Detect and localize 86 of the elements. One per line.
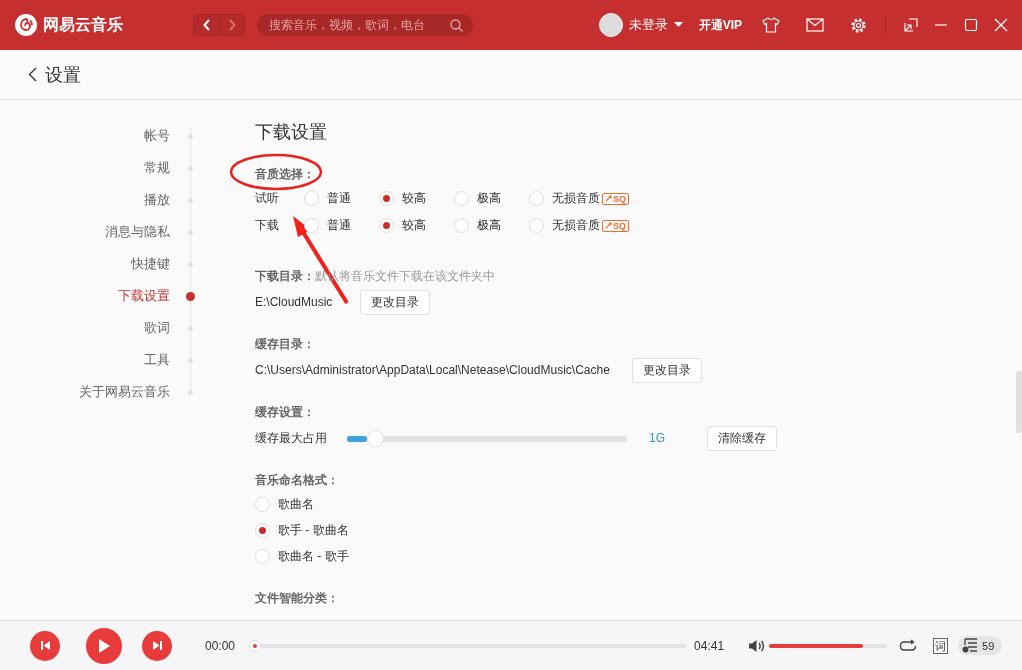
progress-thumb[interactable] <box>249 639 262 652</box>
mail-icon[interactable] <box>806 18 824 32</box>
radio-button[interactable] <box>454 218 469 233</box>
maximize-icon[interactable] <box>964 18 978 32</box>
volume-icon[interactable] <box>748 638 766 653</box>
section-label: 缓存设置： <box>255 404 316 421</box>
radio-option[interactable]: 普通 <box>304 190 379 207</box>
play-icon <box>97 637 111 654</box>
radio-button[interactable] <box>255 522 270 538</box>
row-label: 下载 <box>255 217 280 234</box>
radio-option[interactable]: 无损音质 <box>529 190 600 207</box>
sq-badge: SQ <box>602 219 629 232</box>
login-link[interactable]: 未登录 <box>628 16 668 34</box>
radio-option[interactable]: 极高 <box>454 190 529 207</box>
skip-forward-icon <box>151 640 163 651</box>
close-icon[interactable] <box>994 18 1008 32</box>
radio-button[interactable] <box>454 191 469 206</box>
section-title: 下载设置 <box>255 121 328 144</box>
playlist-icon <box>962 638 979 653</box>
radio-button[interactable] <box>304 218 319 233</box>
previous-button[interactable] <box>30 630 60 661</box>
search-icon <box>450 18 463 32</box>
radio-option[interactable]: 歌曲名 - 歌手 <box>255 543 349 569</box>
change-folder-button[interactable]: 更改目录 <box>631 357 702 383</box>
slider-fill <box>347 435 368 442</box>
nav-item[interactable]: 歌词 <box>144 319 170 337</box>
app-name: 网易云音乐 <box>43 14 123 35</box>
loop-icon[interactable] <box>899 638 918 653</box>
radio-option[interactable]: 极高 <box>454 217 529 234</box>
path-text: E:\CloudMusic <box>255 295 333 309</box>
nav-item[interactable]: 常规 <box>144 159 170 177</box>
radio-option[interactable]: 无损音质 <box>529 217 600 234</box>
vip-link[interactable]: 开通VIP <box>698 16 742 34</box>
section-label: 下载目录： <box>255 269 315 283</box>
slider-thumb[interactable] <box>367 429 385 447</box>
volume-slider[interactable] <box>769 643 888 648</box>
radio-option[interactable]: 歌手 - 歌曲名 <box>255 517 349 543</box>
nav-item[interactable]: 工具 <box>144 351 170 369</box>
clear-cache-button[interactable]: 清除缓存 <box>707 425 777 451</box>
search-field[interactable]: 搜索音乐，视频，歌词，电台 <box>257 14 473 36</box>
shirt-icon[interactable] <box>762 17 780 33</box>
lyrics-button[interactable]: 词 <box>933 637 949 654</box>
caret-icon[interactable] <box>673 22 683 28</box>
section-label: 缓存目录： <box>255 336 316 353</box>
path-text: C:\Users\Administrator\AppData\Local\Netease\CloudMusic\Cache <box>255 363 610 377</box>
playlist-button[interactable]: 59 <box>958 636 1003 655</box>
back-button[interactable]: 设置 <box>28 62 81 87</box>
logo-icon <box>15 14 37 36</box>
change-folder-button[interactable]: 更改目录 <box>360 289 431 315</box>
nav-item[interactable]: 下载设置 <box>118 287 170 305</box>
nav-item[interactable]: 帐号 <box>144 127 170 145</box>
play-button[interactable] <box>86 627 122 664</box>
nav-item[interactable]: 播放 <box>144 191 170 209</box>
chevron-right-icon <box>228 19 236 31</box>
radio-option[interactable]: 较高 <box>379 190 454 207</box>
slider-label: 缓存最大占用 <box>255 429 327 447</box>
section-label: 音质选择： <box>255 166 316 183</box>
radio-option[interactable]: 较高 <box>379 217 454 234</box>
radio-button[interactable] <box>529 218 544 233</box>
radio-button[interactable] <box>255 496 270 512</box>
mini-mode-icon[interactable] <box>904 18 918 32</box>
skip-back-icon <box>39 640 51 651</box>
next-button[interactable] <box>142 630 172 661</box>
radio-button[interactable] <box>379 191 394 206</box>
avatar-icon[interactable] <box>598 13 623 37</box>
chevron-left-icon <box>202 19 211 31</box>
section-label: 文件智能分类： <box>255 590 340 607</box>
radio-button[interactable] <box>379 218 394 233</box>
elapsed-time: 00:00 <box>205 638 236 653</box>
nav-item[interactable]: 消息与隐私 <box>105 223 170 241</box>
slider-value: 1G <box>649 431 666 445</box>
radio-button[interactable] <box>255 548 270 564</box>
chevron-left-icon <box>28 67 37 82</box>
radio-button[interactable] <box>304 191 319 206</box>
radio-button[interactable] <box>529 191 544 206</box>
settings-icon[interactable] <box>850 16 867 34</box>
radio-option[interactable]: 歌曲名 <box>255 491 314 517</box>
nav-item[interactable]: 关于网易云音乐 <box>79 383 170 401</box>
back-button[interactable] <box>194 15 219 35</box>
sq-badge: SQ <box>602 192 629 205</box>
scrollbar-thumb[interactable] <box>1016 371 1022 433</box>
nav-item[interactable]: 快捷键 <box>131 255 170 273</box>
row-label: 试听 <box>255 190 280 207</box>
total-time: 04:41 <box>694 638 725 653</box>
section-label: 音乐命名格式： <box>255 472 340 489</box>
active-dot <box>186 291 195 301</box>
